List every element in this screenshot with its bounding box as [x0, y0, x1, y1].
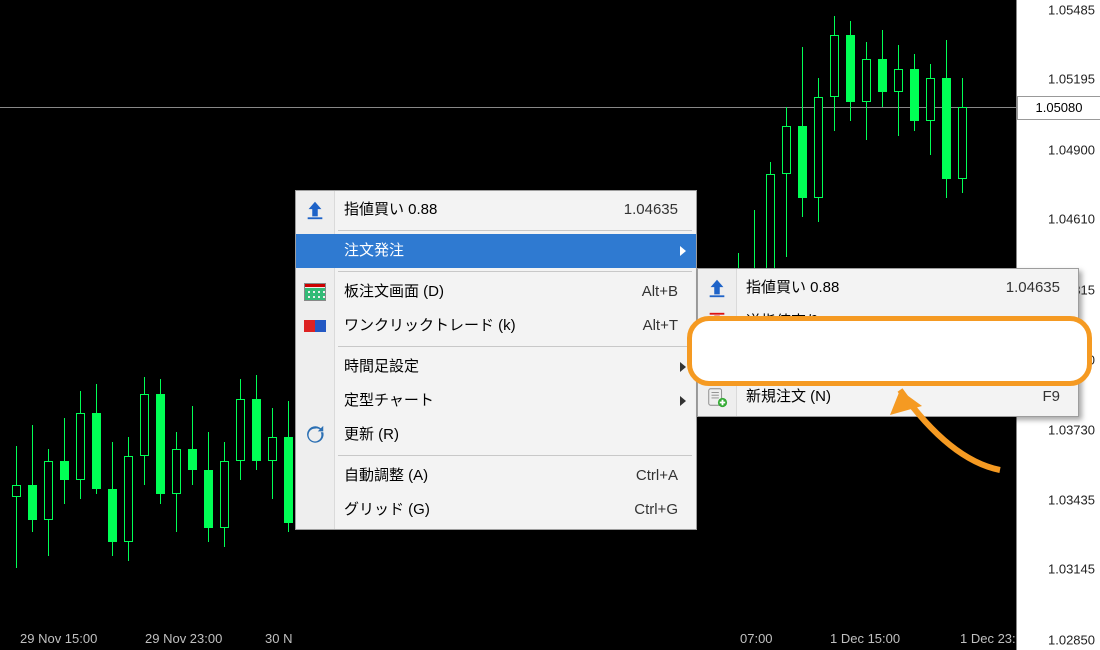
main-menu-item-11[interactable]: 自動調整 (A) Ctrl+A	[296, 459, 696, 493]
up-blue-icon	[704, 275, 730, 301]
menu-separator	[338, 230, 692, 231]
menu-separator	[740, 376, 1074, 377]
main-menu-item-9[interactable]: 更新 (R)	[296, 418, 696, 452]
submenu-arrow-icon	[680, 246, 686, 256]
main-menu-item-5[interactable]: ワンクリックトレード (k) Alt+T	[296, 309, 696, 343]
menu-item-label: 自動調整 (A)	[344, 467, 428, 484]
current-price-gridline	[0, 107, 1016, 108]
main-menu-item-7[interactable]: 時間足設定	[296, 350, 696, 384]
context-menu-order-sub[interactable]: 指値買い 0.88 1.04635 逆指値売り 0.88 1.04635 アラート 1.0…	[697, 268, 1079, 417]
new-order-icon	[704, 384, 730, 410]
main-menu-item-4[interactable]: 板注文画面 (D) Alt+B	[296, 275, 696, 309]
menu-item-shortcut: Alt+B	[642, 275, 678, 309]
main-menu-item-12[interactable]: グリッド (G) Ctrl+G	[296, 493, 696, 527]
alert-plus-icon	[704, 343, 730, 369]
menu-item-label: 時間足設定	[344, 358, 419, 375]
depth-grid-icon	[302, 279, 328, 305]
menu-item-shortcut: Alt+T	[643, 309, 678, 343]
y-axis-tick: 1.04610	[1048, 212, 1095, 227]
current-price-flag: 1.05080	[1017, 96, 1100, 120]
menu-item-label: 新規注文 (N)	[746, 388, 831, 405]
y-axis-tick: 1.03145	[1048, 562, 1095, 577]
menu-item-label: グリッド (G)	[344, 501, 430, 518]
main-menu-item-0[interactable]: 指値買い 0.88 1.04635	[296, 193, 696, 227]
menu-item-label: 更新 (R)	[344, 426, 399, 443]
menu-item-shortcut: F9	[1042, 380, 1060, 414]
sub-menu-item-4[interactable]: 新規注文 (N) F9	[698, 380, 1078, 414]
main-menu-item-8[interactable]: 定型チャート	[296, 384, 696, 418]
y-axis-tick: 1.04900	[1048, 142, 1095, 157]
x-axis-tick: 07:00	[740, 631, 773, 646]
submenu-arrow-icon	[680, 396, 686, 406]
menu-item-label: 指値買い 0.88	[746, 279, 839, 296]
x-axis-tick: 30 N	[265, 631, 292, 646]
menu-item-shortcut: Ctrl+A	[636, 459, 678, 493]
menu-item-shortcut: 1.04635	[624, 193, 678, 227]
y-axis-tick: 1.03435	[1048, 493, 1095, 508]
y-axis-tick: 1.03730	[1048, 422, 1095, 437]
y-axis-tick: 1.05195	[1048, 72, 1095, 87]
x-axis-tick: 29 Nov 23:00	[145, 631, 222, 646]
menu-item-label: 逆指値売り 0.88	[746, 313, 854, 330]
oneclick-icon	[302, 313, 328, 339]
menu-item-label: ワンクリックトレード (k)	[344, 317, 516, 334]
down-red-icon	[704, 309, 730, 335]
refresh-icon	[302, 422, 328, 448]
menu-item-shortcut: 1.04635	[1006, 271, 1060, 305]
menu-item-shortcut: 1.04635	[1006, 339, 1060, 373]
x-axis-tick: 29 Nov 15:00	[20, 631, 97, 646]
up-blue-icon	[302, 197, 328, 223]
y-axis-tick: 1.02850	[1048, 633, 1095, 648]
menu-separator	[338, 271, 692, 272]
menu-item-shortcut: Ctrl+G	[634, 493, 678, 527]
menu-separator	[338, 346, 692, 347]
menu-item-label: 注文発注	[344, 242, 404, 259]
sub-menu-item-0[interactable]: 指値買い 0.88 1.04635	[698, 271, 1078, 305]
menu-item-label: 板注文画面 (D)	[344, 283, 444, 300]
menu-item-label: 指値買い 0.88	[344, 201, 437, 218]
y-axis-tick: 1.05485	[1048, 3, 1095, 18]
sub-menu-item-2[interactable]: アラート 1.04635	[698, 339, 1078, 373]
menu-item-label: アラート	[746, 347, 806, 364]
menu-item-label: 定型チャート	[344, 392, 434, 409]
menu-separator	[338, 455, 692, 456]
sub-menu-item-1[interactable]: 逆指値売り 0.88 1.04635	[698, 305, 1078, 339]
menu-item-shortcut: 1.04635	[1006, 305, 1060, 339]
context-menu-main[interactable]: 指値買い 0.881.04635注文発注板注文画面 (D)Alt+Bワンクリック…	[295, 190, 697, 530]
submenu-arrow-icon	[680, 362, 686, 372]
main-menu-item-2[interactable]: 注文発注	[296, 234, 696, 268]
x-axis-tick: 1 Dec 15:00	[830, 631, 900, 646]
